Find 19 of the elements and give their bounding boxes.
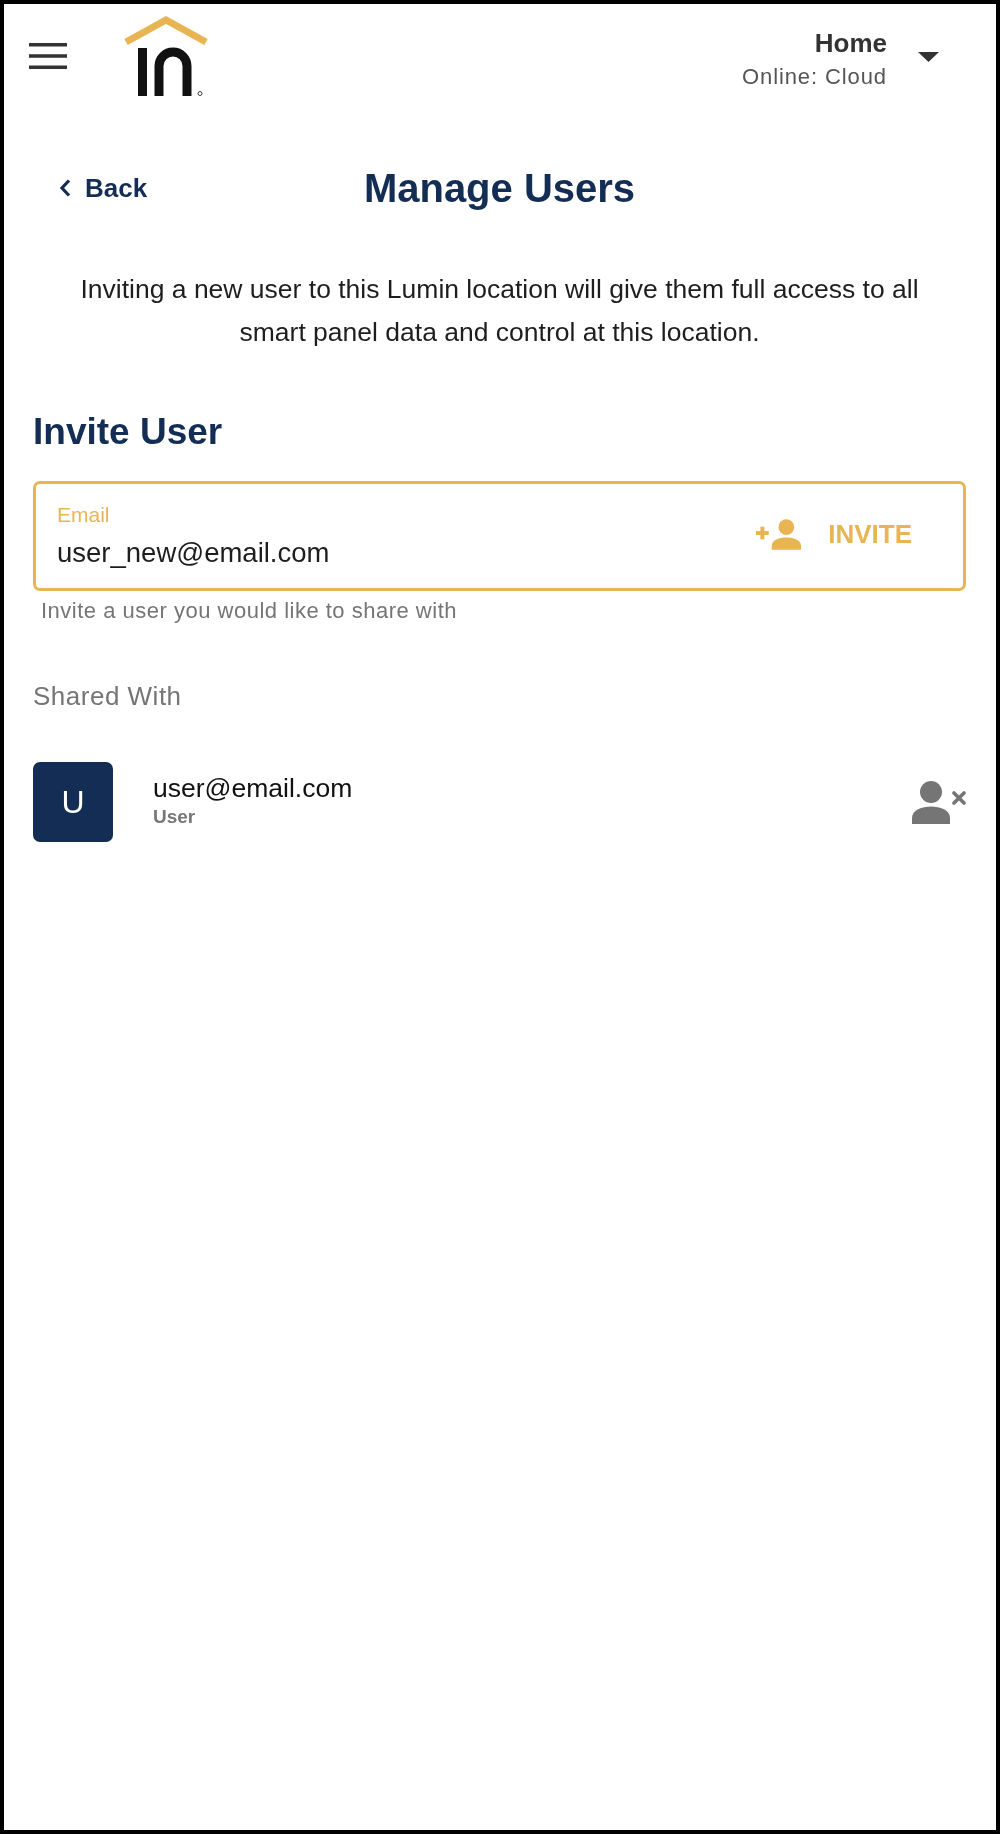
location-name[interactable]: Home: [814, 28, 887, 58]
section-heading: Shared With: [33, 680, 182, 712]
email-field[interactable]: Email user_new@email.com INVITE: [33, 481, 966, 591]
description-text: Inviting a new user to this Lumin location will give them full access to all smart panel data and control at this location.: [79, 273, 920, 349]
menu-icon[interactable]: [29, 43, 67, 69]
user-role: User: [153, 806, 196, 828]
house-logo-icon: [123, 14, 209, 96]
remove-person-icon[interactable]: [912, 780, 966, 824]
section-heading: Invite User: [33, 411, 223, 453]
page-title: Manage Users: [363, 165, 636, 212]
connection-status: Online: Cloud: [742, 64, 887, 90]
field-label: Email: [57, 503, 110, 527]
helper-text: Invite a user you would like to share with: [41, 598, 457, 624]
caret-icon[interactable]: [918, 52, 939, 62]
chevron-left-icon: [60, 179, 71, 197]
back-button[interactable]: Back: [54, 169, 154, 207]
add-person-icon: [756, 518, 803, 550]
user-avatar: U: [33, 762, 113, 842]
user-email: user@email.com: [153, 772, 353, 804]
